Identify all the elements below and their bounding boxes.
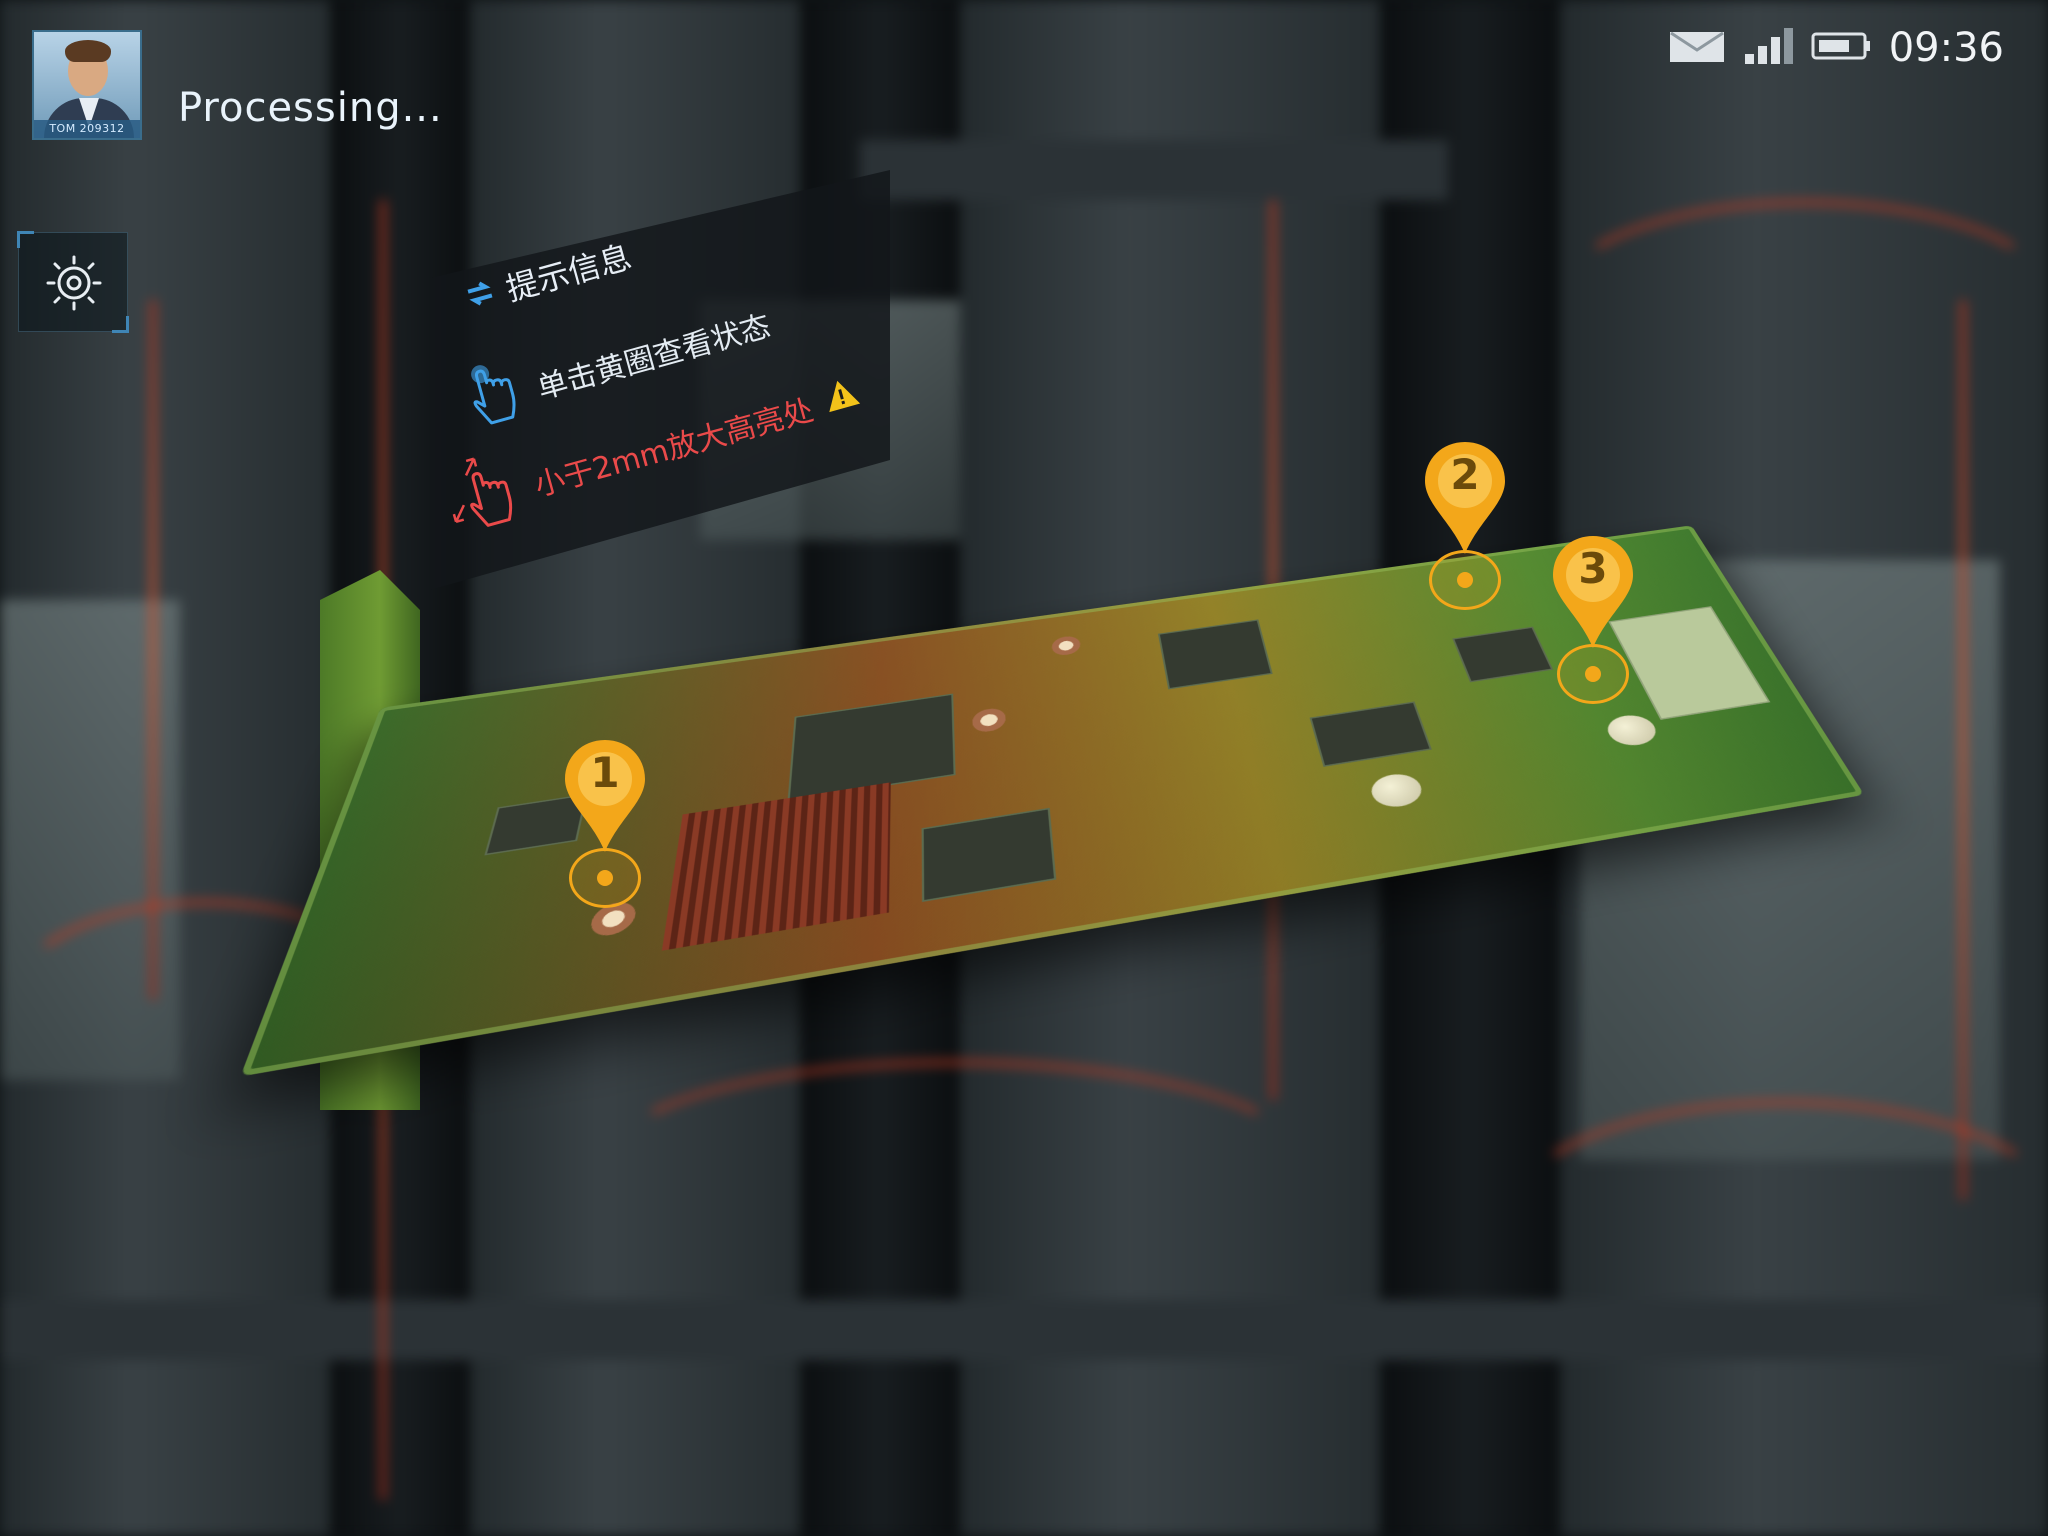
capacitor (1367, 770, 1427, 811)
heatsink (661, 782, 891, 951)
marker-1-label: 1 (590, 748, 620, 797)
chip (921, 807, 1057, 902)
signal-icon (1743, 28, 1793, 68)
marker-2-target-ring[interactable] (1429, 550, 1501, 610)
marker-3-target-ring[interactable] (1557, 644, 1629, 704)
battery-icon (1811, 30, 1871, 66)
marker-1[interactable]: 1 (560, 736, 650, 908)
mounting-hole (969, 704, 1010, 737)
user-avatar[interactable]: TOM 209312 (32, 30, 142, 140)
status-bar: 09:36 (1669, 24, 2004, 72)
marker-3-label: 3 (1578, 544, 1608, 593)
mail-icon (1669, 30, 1725, 66)
marker-1-target-ring[interactable] (569, 848, 641, 908)
mounting-hole (1048, 633, 1084, 659)
marker-2[interactable]: 2 (1420, 438, 1510, 610)
chip (1452, 626, 1554, 683)
processing-status: Processing... (178, 85, 443, 131)
avatar-id-tag: TOM 209312 (34, 120, 140, 138)
clock: 09:36 (1888, 25, 2004, 71)
chip (1309, 701, 1432, 767)
marker-2-label: 2 (1450, 450, 1480, 499)
marker-3[interactable]: 3 (1548, 532, 1638, 704)
settings-button[interactable] (17, 231, 129, 333)
capacitor (1601, 712, 1662, 749)
chip (1157, 619, 1273, 690)
